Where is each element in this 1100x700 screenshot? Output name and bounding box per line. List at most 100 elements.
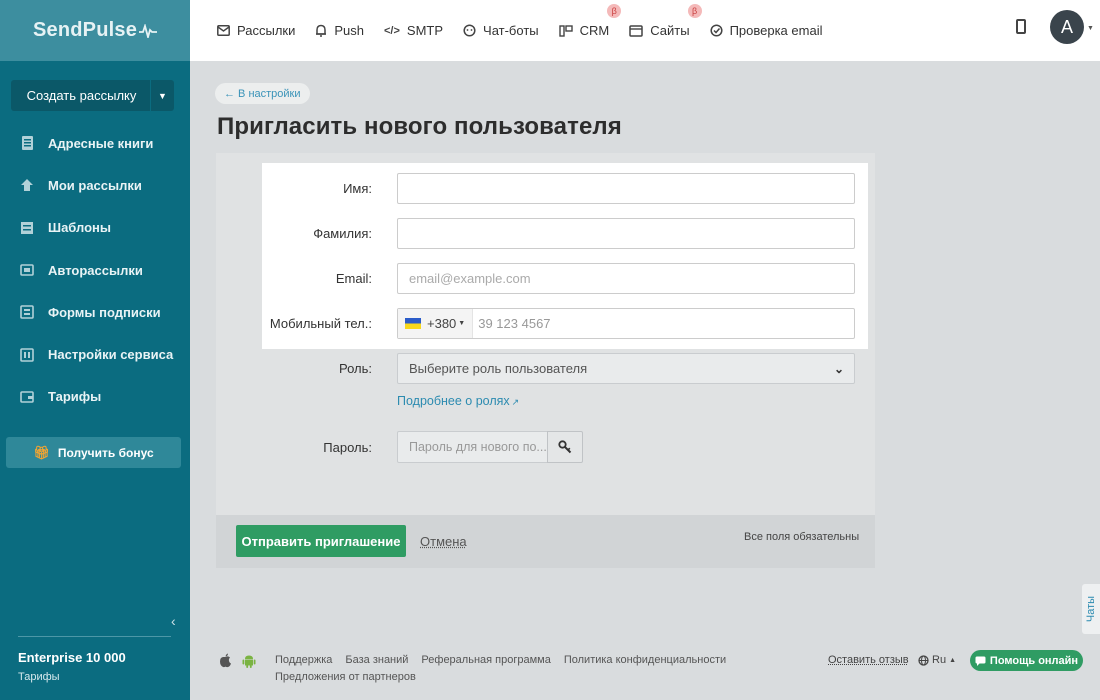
get-bonus-button[interactable]: 🎁︎ Получить бонус — [6, 437, 181, 468]
country-code: +380 — [427, 316, 457, 331]
bell-icon — [315, 24, 327, 37]
mobile-app-icon[interactable] — [1016, 19, 1026, 34]
footer-link-referral[interactable]: Реферальная программа — [421, 654, 550, 666]
sidebar-item-settings[interactable]: Настройки сервиса — [0, 333, 190, 375]
check-icon — [710, 24, 723, 37]
last-name-input[interactable] — [397, 218, 855, 249]
caret-down-icon: ▼ — [158, 90, 167, 101]
topnav-smtp[interactable]: </> SMTP — [384, 23, 443, 38]
key-icon — [558, 440, 572, 454]
caret-up-icon: ▲ — [949, 656, 956, 664]
phone-placeholder: 39 123 4567 — [478, 316, 551, 331]
country-code-select[interactable]: +380 ▼ — [398, 309, 474, 338]
sidebar-item-campaigns[interactable]: Мои рассылки — [0, 164, 190, 206]
footer-link-privacy[interactable]: Политика конфиденциальности — [564, 654, 726, 666]
sidebar-item-templates[interactable]: Шаблоны — [0, 207, 190, 249]
password-input[interactable]: Пароль для нового по... — [397, 431, 548, 463]
create-campaign-button[interactable]: Создать рассылку ▼ — [11, 80, 174, 111]
topnav-email-verification[interactable]: Проверка email — [710, 23, 823, 38]
chats-side-tab[interactable]: Чаты — [1082, 584, 1100, 634]
mail-icon — [217, 25, 230, 36]
topnav-label: SMTP — [406, 23, 444, 38]
sidebar: SendPulse Создать рассылку ▼ Адресные кн… — [0, 0, 190, 700]
product-nav: Рассылки Push </> SMTP Чат-боты CRM β Са… — [217, 4, 842, 38]
send-invitation-button[interactable]: Отправить приглашение — [236, 525, 406, 557]
password-label: Пароль: — [323, 440, 372, 455]
page-title: Пригласить нового пользователя — [217, 113, 622, 140]
role-label: Роль: — [338, 361, 372, 376]
cancel-link[interactable]: Отмена — [420, 534, 467, 549]
sites-icon — [629, 24, 643, 37]
logo[interactable]: SendPulse — [0, 0, 190, 61]
app-store-links — [218, 652, 256, 668]
templates-icon — [19, 221, 35, 235]
sidebar-item-label: Мои рассылки — [48, 177, 142, 193]
avatar[interactable]: A — [1050, 10, 1084, 44]
footer-link-support[interactable]: Поддержка — [275, 654, 332, 666]
topnav-emails[interactable]: Рассылки — [217, 23, 295, 38]
plan-tariffs-link[interactable]: Тарифы — [18, 671, 60, 683]
sidebar-item-label: Тарифы — [48, 389, 102, 405]
roles-info-link[interactable]: Подробнее о ролях ↗ — [397, 394, 519, 408]
ukraine-flag-icon — [405, 318, 421, 329]
sidebar-item-tariffs[interactable]: Тарифы — [0, 376, 190, 418]
topnav-label: CRM — [579, 23, 610, 38]
email-input[interactable]: email@example.com — [397, 263, 855, 294]
topnav-label: Push — [334, 23, 364, 38]
chevron-down-icon: ⌄ — [833, 361, 844, 376]
back-to-settings-button[interactable]: ← В настройки — [215, 83, 310, 104]
topnav-label: Чат-боты — [483, 23, 539, 38]
external-link-icon: ↗ — [511, 397, 520, 407]
password-placeholder: Пароль для нового по... — [409, 440, 547, 454]
apple-icon[interactable] — [218, 652, 232, 668]
globe-icon — [918, 654, 929, 666]
logo-text: SendPulse — [32, 19, 138, 41]
sidebar-nav: Адресные книги Мои рассылки Шаблоны Авто… — [0, 122, 190, 418]
plan-name: Enterprise 10 000 — [18, 650, 126, 665]
create-campaign-dropdown[interactable]: ▼ — [150, 80, 174, 111]
footer-links: Поддержка База знаний Реферальная програ… — [275, 654, 726, 666]
topnav-push[interactable]: Push — [315, 23, 364, 38]
chevron-down-icon[interactable]: ▼ — [1087, 25, 1094, 32]
beta-badge: β — [687, 4, 702, 18]
role-select[interactable]: Выберите роль пользователя ⌄ — [397, 353, 855, 384]
topnav-crm[interactable]: CRM β — [558, 4, 622, 38]
footer-link-knowledge-base[interactable]: База знаний — [345, 654, 408, 666]
topnav-sites[interactable]: Сайты β — [629, 4, 702, 38]
generate-password-button[interactable] — [547, 431, 583, 463]
sidebar-item-forms[interactable]: Формы подписки — [0, 291, 190, 333]
sidebar-item-automation[interactable]: Авторассылки — [0, 249, 190, 291]
pulse-icon — [139, 23, 158, 38]
chats-tab-label: Чаты — [1085, 595, 1097, 623]
footer-link-partners[interactable]: Предложения от партнеров — [275, 671, 416, 683]
leave-feedback-link[interactable]: Оставить отзыв — [828, 654, 909, 666]
topnav-chatbots[interactable]: Чат-боты — [463, 23, 539, 38]
first-name-input[interactable] — [397, 173, 855, 204]
role-selected: Выберите роль пользователя — [409, 361, 588, 376]
sidebar-item-address-books[interactable]: Адресные книги — [0, 122, 190, 164]
chatbot-icon — [463, 24, 476, 37]
sidebar-item-label: Формы подписки — [48, 304, 161, 320]
sidebar-item-label: Авторассылки — [48, 262, 143, 278]
email-label: Email: — [335, 271, 372, 286]
sidebar-item-label: Настройки сервиса — [48, 347, 174, 363]
phone-input[interactable]: +380 ▼ 39 123 4567 — [397, 308, 855, 339]
android-icon[interactable] — [242, 652, 256, 668]
sidebar-item-label: Шаблоны — [48, 220, 111, 236]
online-help-label: Помощь онлайн — [989, 654, 1079, 667]
gift-icon: 🎁︎ — [33, 444, 50, 460]
topnav-label: Сайты — [650, 23, 690, 38]
online-help-button[interactable]: Помощь онлайн — [970, 650, 1083, 671]
wallet-icon — [19, 390, 35, 404]
roles-info-label: Подробнее о ролях — [397, 394, 510, 408]
code-icon: </> — [384, 24, 400, 37]
address-book-icon — [19, 136, 35, 151]
automation-icon — [19, 263, 35, 277]
language-code: Ru — [932, 654, 947, 666]
first-name-label: Имя: — [343, 181, 372, 196]
caret-down-icon: ▼ — [458, 320, 466, 327]
language-selector[interactable]: Ru ▲ — [918, 654, 956, 666]
topnav-label: Рассылки — [237, 23, 296, 38]
topnav-label: Проверка email — [729, 23, 823, 38]
collapse-sidebar-icon[interactable]: ‹ — [171, 613, 176, 629]
